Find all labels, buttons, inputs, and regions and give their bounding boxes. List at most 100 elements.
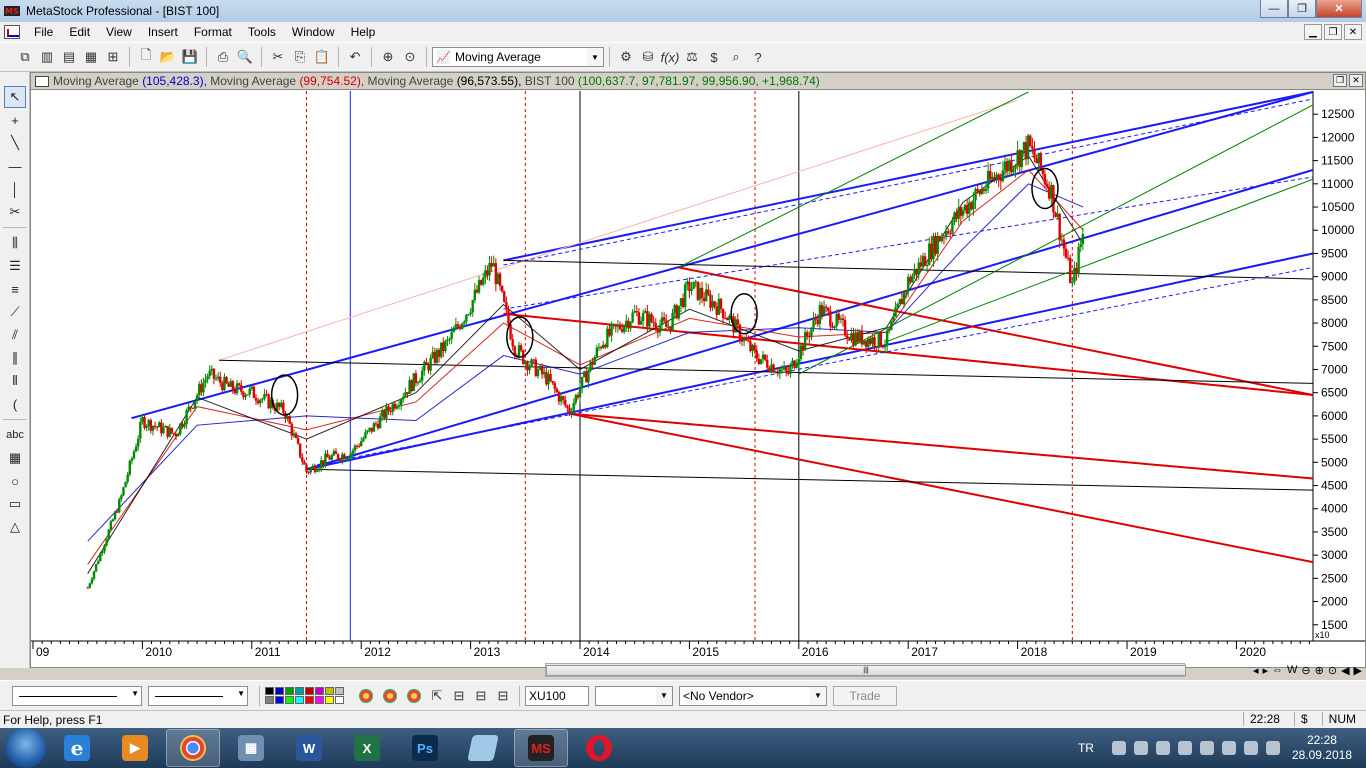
help-pointer-icon[interactable]: ? bbox=[747, 46, 769, 68]
new-icon[interactable]: 🗋 bbox=[135, 46, 157, 68]
taskbar-media[interactable]: ▶ bbox=[108, 729, 162, 767]
taskbar-excel[interactable]: X bbox=[340, 729, 394, 767]
taskbar-opera[interactable] bbox=[572, 729, 626, 767]
expert-advisor-icon[interactable]: ⚙ bbox=[615, 46, 637, 68]
scrollbar-thumb[interactable]: ||| bbox=[546, 665, 1186, 676]
nav-left-icon[interactable]: ◀ bbox=[1341, 664, 1349, 677]
fibonacci-tool-icon[interactable]: ≡ bbox=[4, 278, 26, 300]
scissors-tool-icon[interactable]: ✂ bbox=[4, 201, 26, 223]
mdi-minimize-icon[interactable]: ▁ bbox=[1304, 24, 1322, 40]
chrome-tray-icon[interactable] bbox=[1111, 741, 1126, 755]
layout-icon[interactable]: ⊟ bbox=[470, 685, 492, 707]
tile-horizontal-icon[interactable]: ▤ bbox=[58, 46, 80, 68]
color-swatch[interactable] bbox=[305, 696, 314, 704]
menu-file[interactable]: File bbox=[26, 22, 61, 42]
color-swatch[interactable] bbox=[315, 696, 324, 704]
line-weight-combo[interactable]: ▼ bbox=[148, 685, 248, 706]
chrome-style-color-icon[interactable] bbox=[407, 688, 421, 703]
range-icon[interactable]: ⇔ bbox=[1272, 664, 1283, 677]
color-swatch[interactable] bbox=[305, 687, 314, 695]
arc-tool-icon[interactable]: ( bbox=[4, 393, 26, 415]
trendline-tool-icon[interactable]: ╲ bbox=[4, 132, 26, 154]
close-button[interactable]: ✕ bbox=[1316, 0, 1362, 18]
color-swatch[interactable] bbox=[335, 696, 344, 704]
chrome-style-color-icon[interactable] bbox=[383, 688, 397, 703]
indicator-combo[interactable]: 📈 Moving Average ▼ bbox=[432, 47, 604, 67]
vertical-line-tool-icon[interactable]: │ bbox=[4, 178, 26, 200]
ma3-label[interactable]: Moving Average bbox=[368, 74, 454, 88]
document-icon[interactable] bbox=[4, 25, 20, 39]
parallel-lines-tool-icon[interactable]: ∥ bbox=[4, 347, 26, 369]
price-chart[interactable]: 12500 12000 11500 11000 10500 10000 9500 9000 85… bbox=[31, 91, 1365, 667]
taskbar-ie[interactable]: e bbox=[50, 729, 104, 767]
zoom-out-icon[interactable]: ⊖ bbox=[1301, 664, 1310, 677]
trade-button[interactable]: Trade bbox=[833, 685, 897, 706]
bluetooth-tray-icon[interactable] bbox=[1155, 741, 1170, 755]
menu-format[interactable]: Format bbox=[186, 22, 240, 42]
arrange-icon[interactable]: ⊞ bbox=[102, 46, 124, 68]
taskbar-calculator[interactable]: ▦ bbox=[224, 729, 278, 767]
mdi-restore-icon[interactable]: ❐ bbox=[1324, 24, 1342, 40]
zoom-icon[interactable]: ⊙ bbox=[399, 46, 421, 68]
periodicity-combo[interactable]: ▼ bbox=[595, 685, 673, 706]
chrome-style-color-icon[interactable] bbox=[359, 688, 373, 703]
line-style-combo[interactable]: ▼ bbox=[12, 685, 142, 706]
zoom-in-icon[interactable]: ⊕ bbox=[1315, 664, 1324, 677]
signal-tray-icon[interactable] bbox=[1243, 741, 1258, 755]
layout-icon[interactable]: ⊟ bbox=[448, 685, 470, 707]
menu-insert[interactable]: Insert bbox=[140, 22, 186, 42]
nav-right-icon[interactable]: ▶ bbox=[1354, 664, 1362, 677]
system-tester-icon[interactable]: ⚖ bbox=[681, 46, 703, 68]
chart-window[interactable]: Moving Average (105,428.3), Moving Avera… bbox=[30, 72, 1366, 668]
cascade-icon[interactable]: ⧉ bbox=[14, 46, 36, 68]
fan-lines-tool-icon[interactable]: ⫽ bbox=[4, 324, 26, 346]
gann-fan-tool-icon[interactable]: ⟋ bbox=[4, 301, 26, 323]
language-indicator[interactable]: TR bbox=[1078, 741, 1094, 755]
menu-edit[interactable]: Edit bbox=[61, 22, 98, 42]
print-preview-icon[interactable]: 🔍 bbox=[234, 46, 256, 68]
undo-icon[interactable]: ↶ bbox=[344, 46, 366, 68]
clock[interactable]: 22:28 28.09.2018 bbox=[1292, 733, 1352, 763]
symbol-field[interactable]: XU100 bbox=[525, 685, 589, 706]
maximize-button[interactable]: ❐ bbox=[1288, 0, 1316, 18]
pointer-tool-icon[interactable]: ↖ bbox=[4, 86, 26, 108]
zoom-reset-icon[interactable]: ⊙ bbox=[1328, 664, 1337, 677]
color-swatch[interactable] bbox=[335, 687, 344, 695]
taskbar-metastock[interactable]: MS bbox=[514, 729, 568, 767]
formula-icon[interactable]: f(x) bbox=[659, 46, 681, 68]
color-swatch[interactable] bbox=[275, 687, 284, 695]
crosshair-tool-icon[interactable]: + bbox=[4, 109, 26, 131]
color-palette[interactable] bbox=[265, 687, 344, 704]
taskbar-chrome[interactable] bbox=[166, 729, 220, 767]
time-zones-tool-icon[interactable]: ⦀ bbox=[4, 370, 26, 392]
cycle-lines-tool-icon[interactable]: ⫼ bbox=[4, 232, 26, 254]
tile-vertical-icon[interactable]: ▥ bbox=[36, 46, 58, 68]
horizontal-line-tool-icon[interactable]: — bbox=[4, 155, 26, 177]
tile-grid-icon[interactable]: ▦ bbox=[80, 46, 102, 68]
menu-window[interactable]: Window bbox=[284, 22, 343, 42]
color-swatch[interactable] bbox=[265, 696, 274, 704]
chart-restore-icon[interactable]: ❐ bbox=[1333, 74, 1347, 87]
minimize-button[interactable]: — bbox=[1260, 0, 1288, 18]
color-swatch[interactable] bbox=[295, 696, 304, 704]
explorer-icon[interactable]: ⛁ bbox=[637, 46, 659, 68]
ma2-label[interactable]: Moving Average bbox=[210, 74, 296, 88]
ma1-label[interactable]: Moving Average bbox=[53, 74, 139, 88]
color-swatch[interactable] bbox=[285, 687, 294, 695]
menu-help[interactable]: Help bbox=[343, 22, 384, 42]
grid-tool-icon[interactable]: ▦ bbox=[4, 447, 26, 469]
copy-icon[interactable]: ⎘ bbox=[289, 46, 311, 68]
speed-lines-tool-icon[interactable]: ☰ bbox=[4, 255, 26, 277]
layout-icon[interactable]: ⇱ bbox=[426, 685, 448, 707]
binoculars-icon[interactable]: ⌕ bbox=[725, 46, 747, 68]
color-swatch[interactable] bbox=[285, 696, 294, 704]
periodicity-icon[interactable]: W bbox=[1287, 664, 1297, 677]
chart-close-icon[interactable]: ✕ bbox=[1349, 74, 1363, 87]
taskbar-notes[interactable] bbox=[456, 729, 510, 767]
crosshair-icon[interactable]: ⊕ bbox=[377, 46, 399, 68]
save-icon[interactable]: 💾 bbox=[179, 46, 201, 68]
open-icon[interactable]: 📂 bbox=[157, 46, 179, 68]
network-tray-icon[interactable] bbox=[1133, 741, 1148, 755]
symbol-label[interactable]: BIST 100 bbox=[525, 74, 575, 88]
mdi-close-icon[interactable]: ✕ bbox=[1344, 24, 1362, 40]
